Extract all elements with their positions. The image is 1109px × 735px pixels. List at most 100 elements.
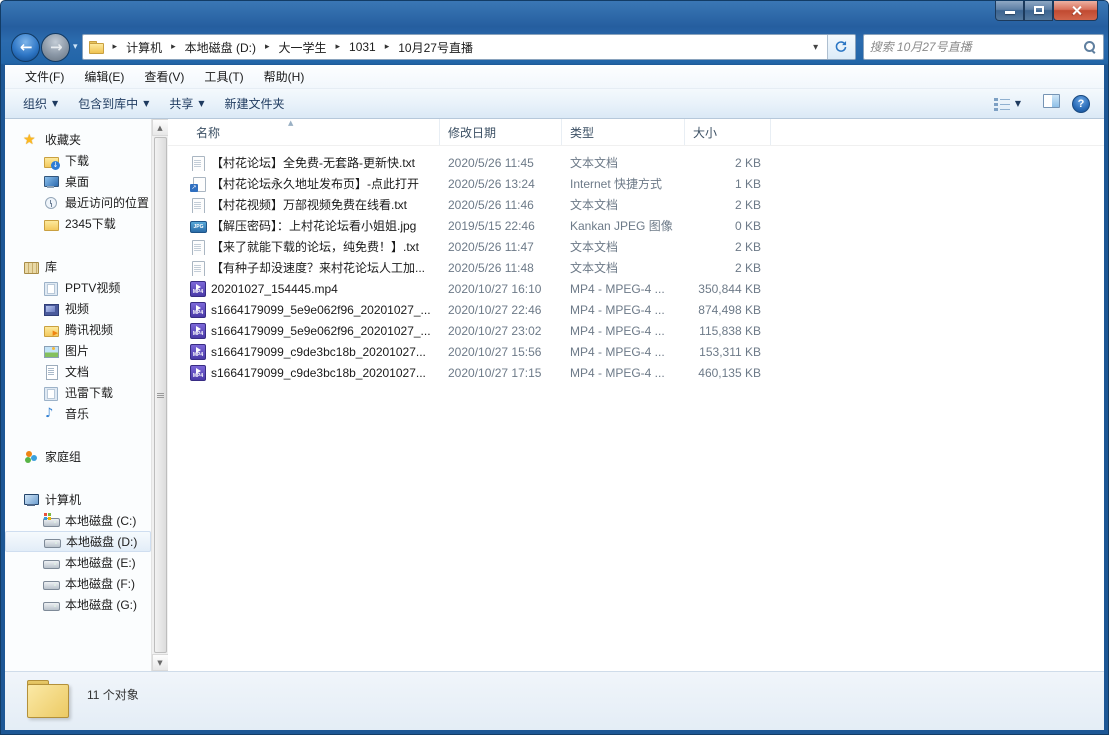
close-button[interactable] [1053, 1, 1098, 21]
help-button[interactable]: ? [1072, 95, 1090, 113]
folder-icon [88, 39, 104, 55]
sidebar-item[interactable]: 下载 [5, 150, 151, 171]
menu-item[interactable]: 文件(F) [15, 65, 74, 88]
sidebar-item[interactable]: 库 [5, 256, 151, 277]
scrollbar-thumb[interactable] [154, 137, 167, 653]
file-row[interactable]: s1664179099_c9de3bc18b_20201027... 2020/… [168, 362, 1104, 383]
file-type: 文本文档 [562, 259, 685, 276]
minimize-button[interactable] [995, 1, 1024, 21]
forward-arrow-icon: → [50, 42, 61, 53]
file-row[interactable]: s1664179099_c9de3bc18b_20201027... 2020/… [168, 341, 1104, 362]
file-date: 2020/5/26 11:45 [440, 156, 562, 170]
menu-item[interactable]: 帮助(H) [254, 65, 315, 88]
menu-item[interactable]: 编辑(E) [74, 65, 134, 88]
sidebar-item[interactable]: 收藏夹 [5, 129, 151, 150]
file-row[interactable]: 【村花视频】万部视频免费在线看.txt 2020/5/26 11:46 文本文档… [168, 194, 1104, 215]
sidebar-scrollbar[interactable]: ▲ ▼ [151, 119, 168, 671]
column-header-type[interactable]: 类型 [562, 119, 685, 145]
back-button[interactable]: ← [11, 33, 40, 62]
preview-pane-button[interactable] [1043, 94, 1060, 113]
sidebar-item[interactable]: 文档 [5, 361, 151, 382]
breadcrumb: ▸ 计算机 ▸ 本地磁盘 (D:) ▸ 大一学生 ▸ 1031 ▸ 10月27号… [83, 35, 805, 59]
sidebar-item[interactable]: 本地磁盘 (D:) [5, 531, 151, 552]
file-type: MP4 - MPEG-4 ... [562, 282, 685, 296]
sidebar-item[interactable]: 桌面 [5, 171, 151, 192]
sidebar-item[interactable]: 图片 [5, 340, 151, 361]
sidebar-item[interactable]: 最近访问的位置 [5, 192, 151, 213]
sidebar-item[interactable]: 家庭组 [5, 446, 151, 467]
file-row[interactable]: 【有种子却没速度？来村花论坛人工加... 2020/5/26 11:48 文本文… [168, 257, 1104, 278]
column-header-date[interactable]: 修改日期 [440, 119, 562, 145]
sidebar-item[interactable]: 迅雷下载 [5, 382, 151, 403]
sidebar-item-label: 下载 [65, 152, 89, 169]
sidebar-item-label: 本地磁盘 (E:) [65, 554, 136, 571]
breadcrumb-item[interactable]: 计算机 [124, 37, 164, 58]
sidebar-item[interactable]: 计算机 [5, 489, 151, 510]
mp4-video-icon [190, 365, 206, 381]
file-row[interactable]: 【解压密码】：上村花论坛看小姐姐.jpg 2019/5/15 22:46 Kan… [168, 215, 1104, 236]
folder-icon [27, 680, 73, 720]
refresh-button[interactable] [827, 35, 855, 59]
local-drive-icon [44, 534, 60, 550]
file-date: 2020/10/27 17:15 [440, 366, 562, 380]
breadcrumb-item[interactable]: 10月27号直播 [396, 37, 475, 58]
search-input[interactable] [870, 40, 1083, 54]
sidebar-item[interactable]: 2345下载 [5, 213, 151, 234]
address-dropdown-icon[interactable]: ▾ [805, 35, 827, 59]
sidebar-item-label: 收藏夹 [45, 131, 81, 148]
search-box[interactable] [863, 34, 1104, 60]
sidebar-item[interactable]: 视频 [5, 298, 151, 319]
change-view-button[interactable]: ▼ [984, 93, 1031, 115]
sidebar-item[interactable]: 音乐 [5, 403, 151, 424]
organize-button[interactable]: 组织 ▼ [13, 91, 68, 116]
sidebar-item[interactable]: PPTV视频 [5, 277, 151, 298]
file-name: 【解压密码】：上村花论坛看小姐姐.jpg [211, 217, 416, 234]
column-headers: ▲ 名称 修改日期 类型 大小 [168, 119, 1104, 146]
file-type: Kankan JPEG 图像 [562, 217, 685, 234]
forward-button[interactable]: → [41, 33, 70, 62]
file-type: Internet 快捷方式 [562, 175, 685, 192]
sort-ascending-icon: ▲ [288, 119, 293, 127]
file-type: 文本文档 [562, 154, 685, 171]
share-button[interactable]: 共享 ▼ [159, 91, 214, 116]
breadcrumb-item[interactable]: 1031 [347, 38, 378, 56]
file-size: 2 KB [685, 156, 771, 170]
file-row[interactable]: 【来了就能下载的论坛，纯免费！】.txt 2020/5/26 11:47 文本文… [168, 236, 1104, 257]
file-size: 0 KB [685, 219, 771, 233]
file-row[interactable]: 20201027_154445.mp4 2020/10/27 16:10 MP4… [168, 278, 1104, 299]
history-dropdown-icon[interactable]: ▾ [73, 42, 78, 52]
sidebar-item[interactable]: 本地磁盘 (G:) [5, 594, 151, 615]
address-bar[interactable]: ▸ 计算机 ▸ 本地磁盘 (D:) ▸ 大一学生 ▸ 1031 ▸ 10月27号… [82, 34, 856, 60]
downloads-folder-icon [43, 153, 59, 169]
desktop-icon [43, 174, 59, 190]
file-row[interactable]: 【村花论坛永久地址发布页】-点此打开 2020/5/26 13:24 Inter… [168, 173, 1104, 194]
breadcrumb-separator-icon: ▸ [171, 42, 176, 52]
breadcrumb-item[interactable]: 本地磁盘 (D:) [183, 37, 258, 58]
sidebar-item[interactable]: 腾讯视频 [5, 319, 151, 340]
file-row[interactable]: 【村花论坛】全免费-无套路-更新快.txt 2020/5/26 11:45 文本… [168, 152, 1104, 173]
maximize-button[interactable] [1024, 1, 1053, 21]
column-header-size[interactable]: 大小 [685, 119, 771, 145]
menu-item[interactable]: 工具(T) [194, 65, 253, 88]
sidebar-item-label: 本地磁盘 (C:) [65, 512, 136, 529]
sidebar-item-label: 本地磁盘 (D:) [66, 533, 137, 550]
file-row[interactable]: s1664179099_5e9e062f96_20201027_... 2020… [168, 320, 1104, 341]
file-type: MP4 - MPEG-4 ... [562, 345, 685, 359]
breadcrumb-separator-icon: ▸ [113, 42, 118, 52]
breadcrumb-item[interactable]: 大一学生 [276, 37, 328, 58]
sidebar-item[interactable]: 本地磁盘 (E:) [5, 552, 151, 573]
sidebar-item-label: 图片 [65, 342, 89, 359]
libraries-icon [23, 259, 39, 275]
new-folder-button[interactable]: 新建文件夹 [215, 91, 295, 116]
sidebar-item[interactable]: 本地磁盘 (C:) [5, 510, 151, 531]
file-list-pane: ▲ 名称 修改日期 类型 大小 【村花论坛】全免费-无套路-更新快.txt [168, 119, 1104, 671]
menu-item[interactable]: 查看(V) [134, 65, 194, 88]
file-row[interactable]: s1664179099_5e9e062f96_20201027_... 2020… [168, 299, 1104, 320]
include-in-library-button[interactable]: 包含到库中 ▼ [68, 91, 159, 116]
scroll-down-button[interactable]: ▼ [152, 654, 169, 671]
sidebar-item[interactable]: 本地磁盘 (F:) [5, 573, 151, 594]
scroll-up-button[interactable]: ▲ [152, 119, 169, 136]
column-header-name[interactable]: 名称 [168, 119, 440, 145]
main-pane: 收藏夹 下载 桌面 最近访问的位置 [5, 119, 1104, 671]
text-file-icon [190, 197, 206, 213]
